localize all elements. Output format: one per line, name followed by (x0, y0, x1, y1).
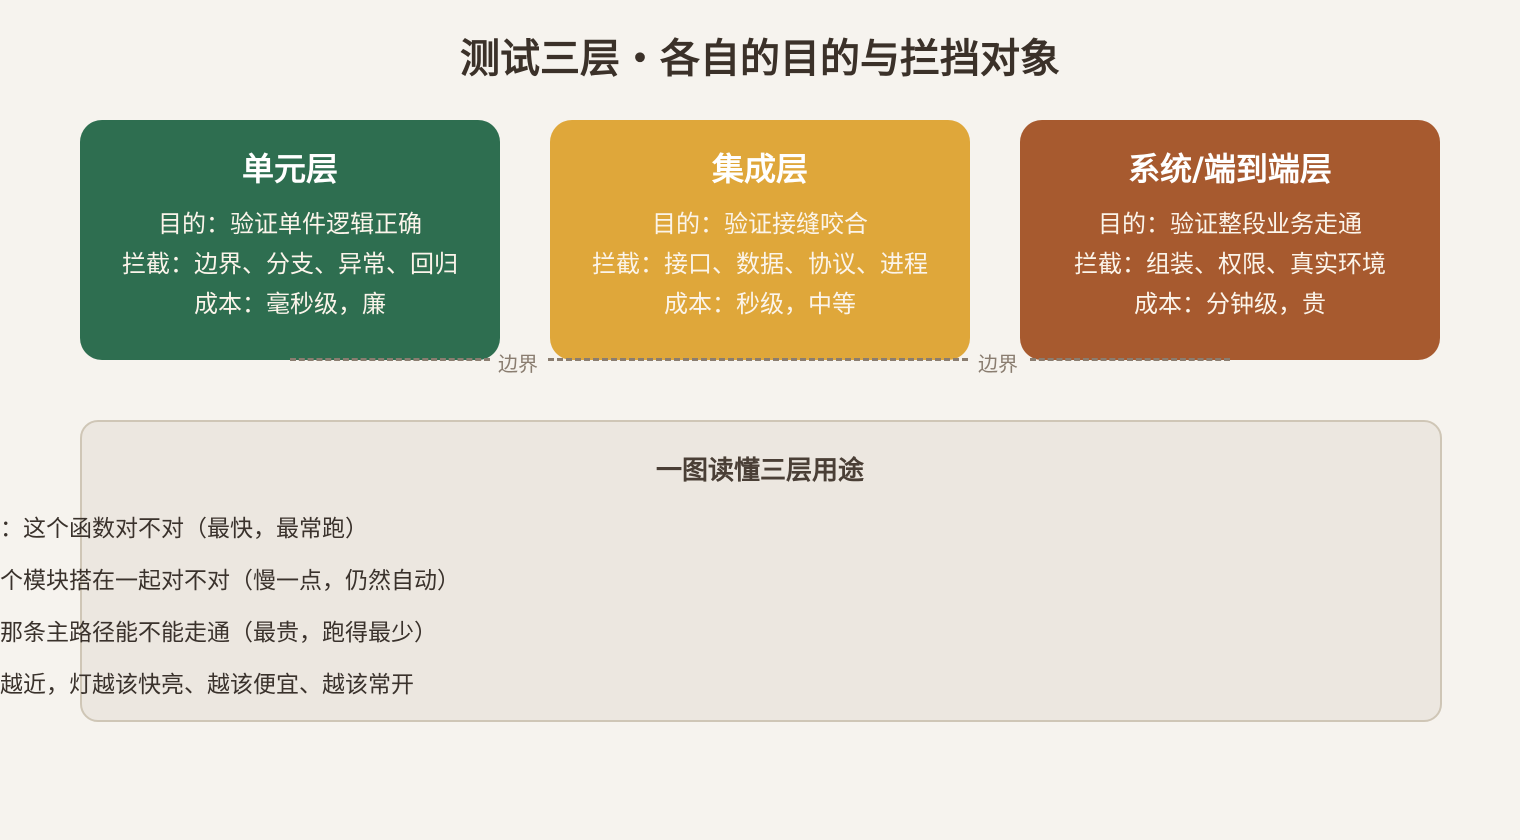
summary-line: 那条主路径能不能走通（最贵，跑得最少） (0, 620, 437, 646)
page-title: 测试三层・各自的目的与拦挡对象 (460, 36, 1060, 82)
card-intercept: 拦截：接口、数据、协议、进程 (592, 250, 928, 278)
card-title: 单元层 (241, 150, 338, 188)
summary-line: ：这个函数对不对（最快，最常跑） (0, 516, 368, 542)
summary-line: 个模块搭在一起对不对（慢一点，仍然自动） (0, 568, 460, 594)
card-purpose: 目的：验证整段业务走通 (1098, 210, 1362, 238)
summary-line: 越近，灯越该快亮、越该便宜、越该常开 (0, 672, 414, 698)
card-title: 集成层 (711, 150, 808, 188)
boundary-label: 边界 (978, 352, 1018, 376)
card-purpose: 目的：验证单件逻辑正确 (158, 210, 422, 238)
card-purpose: 目的：验证接缝咬合 (652, 210, 868, 238)
card-intercept: 拦截：边界、分支、异常、回归 (122, 250, 458, 278)
card-cost: 成本：毫秒级，廉 (194, 290, 386, 318)
card-cost: 成本：秒级，中等 (664, 290, 856, 318)
card-title: 系统/端到端层 (1128, 150, 1332, 188)
card-unit-layer: 单元层 目的：验证单件逻辑正确 拦截：边界、分支、异常、回归 成本：毫秒级，廉 (80, 120, 500, 360)
boundary-dashed-line (290, 358, 490, 361)
card-integration-layer: 集成层 目的：验证接缝咬合 拦截：接口、数据、协议、进程 成本：秒级，中等 (550, 120, 970, 360)
boundary-dashed-line (1030, 358, 1230, 361)
boundary-label: 边界 (498, 352, 538, 376)
summary-title: 一图读懂三层用途 (655, 456, 864, 486)
card-intercept: 拦截：组装、权限、真实环境 (1074, 250, 1386, 278)
card-system-layer: 系统/端到端层 目的：验证整段业务走通 拦截：组装、权限、真实环境 成本：分钟级… (1020, 120, 1440, 360)
boundary-dashed-line (548, 358, 968, 361)
card-cost: 成本：分钟级，贵 (1134, 290, 1326, 318)
